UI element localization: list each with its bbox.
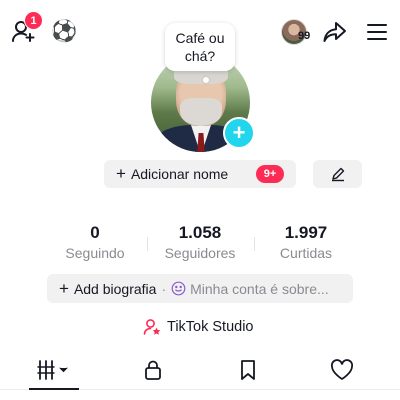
note-bubble-text: Café ou chá?: [175, 30, 225, 64]
add-photo-plus-icon[interactable]: +: [223, 117, 255, 149]
plus-icon: +: [59, 278, 69, 298]
stat-divider: [147, 237, 148, 251]
menu-button[interactable]: [364, 19, 390, 45]
share-button[interactable]: [322, 19, 348, 45]
followers-label: Seguidores: [164, 245, 236, 261]
active-tab-indicator: [29, 388, 79, 390]
studio-person-icon: [143, 318, 161, 336]
tab-private[interactable]: [103, 352, 203, 388]
smiley-icon: [171, 281, 186, 296]
add-bio-button[interactable]: + Add biografia · Minha conta é sobre...: [47, 274, 353, 303]
bio-hint: Minha conta é sobre...: [190, 280, 329, 297]
stat-likes[interactable]: 1.997 Curtidas: [256, 223, 356, 261]
note-bubble[interactable]: Café ou chá?: [165, 23, 235, 71]
tiktok-studio-link[interactable]: TikTok Studio: [143, 318, 254, 336]
followers-count: 1.058: [178, 223, 222, 242]
stat-divider: [254, 237, 255, 251]
lock-icon: [145, 360, 161, 380]
share-icon: [323, 22, 346, 42]
pencil-icon: [331, 167, 344, 182]
tab-saved[interactable]: [198, 352, 298, 388]
stat-followers[interactable]: 1.058 Seguidores: [150, 223, 250, 261]
add-bio-label: Add biografia: [73, 280, 157, 297]
tab-liked[interactable]: [292, 352, 392, 388]
soccer-ball-icon[interactable]: ⚽: [51, 19, 77, 45]
tab-videos[interactable]: [4, 352, 104, 388]
bookmark-icon: [241, 360, 255, 380]
name-badge: 9+: [256, 165, 284, 183]
add-name-label: Adicionar nome: [130, 166, 229, 182]
heart-icon: [330, 359, 354, 380]
following-label: Seguindo: [65, 245, 125, 261]
plus-icon: +: [116, 164, 126, 183]
likes-label: Curtidas: [279, 245, 333, 261]
edit-profile-button[interactable]: [313, 160, 362, 188]
stat-following[interactable]: 0 Seguindo: [45, 223, 145, 261]
following-count: 0: [90, 223, 100, 242]
tiktok-studio-label: TikTok Studio: [167, 319, 254, 335]
menu-icon: [367, 24, 387, 40]
note-bubble-tail: [203, 77, 209, 83]
grid-icon: [37, 360, 68, 380]
notification-badge: 1: [24, 11, 43, 30]
bio-separator: ·: [161, 280, 167, 297]
likes-count: 1.997: [284, 223, 328, 242]
small-avatar-count: 99: [298, 30, 311, 42]
